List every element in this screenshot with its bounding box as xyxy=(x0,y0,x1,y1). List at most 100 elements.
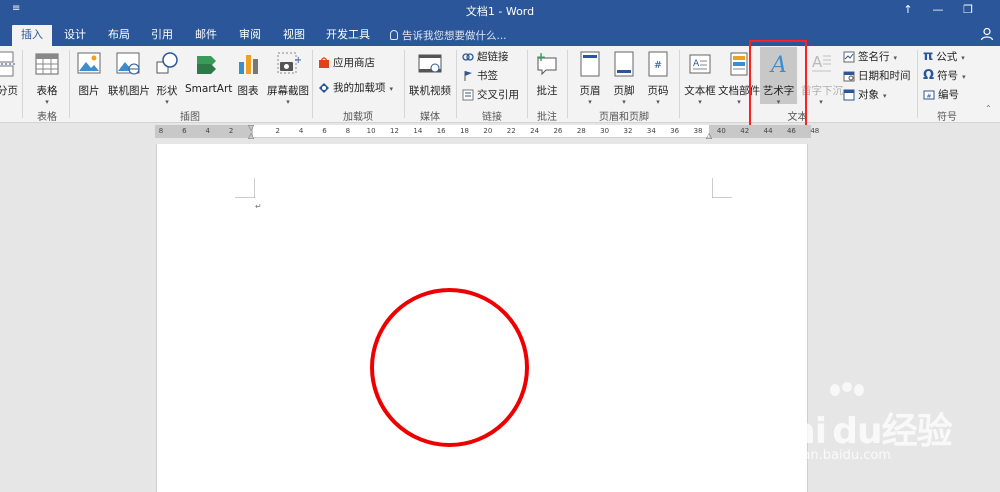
svg-text:+: + xyxy=(294,55,301,66)
group-separator xyxy=(312,50,313,118)
ruler-tick-label: 10 xyxy=(366,127,376,135)
numbering-icon: # xyxy=(923,90,935,100)
table-button[interactable]: 表格 ▾ xyxy=(30,50,64,106)
pictures-button[interactable]: 图片 xyxy=(74,50,104,98)
tab-mailings[interactable]: 邮件 xyxy=(189,25,223,46)
ribbon-tabs: 插入 设计 布局 引用 邮件 审阅 视图 开发工具 告诉我您想要做什么... xyxy=(0,21,1000,46)
group-label-symbols: 符号 xyxy=(937,112,957,123)
footer-icon xyxy=(614,51,634,77)
equation-button[interactable]: π 公式 ▾ xyxy=(923,48,965,66)
horizontal-ruler[interactable]: 8 6 4 2 2 4 6 8 10 12 14 16 18 20 22 24 26 28 30 32 34 36 38 40… xyxy=(155,123,819,140)
store-button[interactable]: 应用商店 xyxy=(318,54,375,72)
group-separator xyxy=(567,50,568,118)
object-button[interactable]: 对象 ▾ xyxy=(843,86,887,104)
ribbon-display-options-button[interactable]: ↑ xyxy=(896,2,920,18)
calendar-icon xyxy=(843,71,855,82)
online-pictures-button[interactable]: 联机图片 xyxy=(108,50,150,98)
my-addins-button[interactable]: 我的加载项 ▾ xyxy=(318,79,393,97)
page-break-button[interactable]: 分页 xyxy=(0,50,18,98)
hyperlink-button[interactable]: 超链接 xyxy=(462,48,509,66)
hanging-indent-marker[interactable]: △ xyxy=(248,131,254,140)
tab-review[interactable]: 审阅 xyxy=(233,25,267,46)
footer-button[interactable]: 页脚 ▾ xyxy=(609,50,639,106)
ruler-tick-label: 4 xyxy=(205,127,210,135)
camera-plus-icon: + xyxy=(277,52,302,74)
ruler-tick-label: 42 xyxy=(740,127,750,135)
drop-cap-button[interactable]: A 首字下沉 ▾ xyxy=(801,50,843,106)
ruler-tick-label: 6 xyxy=(322,127,327,135)
paragraph-mark: ↵ xyxy=(255,202,262,211)
group-separator xyxy=(527,50,528,118)
text-box-icon: A xyxy=(689,54,711,74)
object-icon xyxy=(843,89,855,101)
ruler-tick-label: 46 xyxy=(786,127,796,135)
cross-reference-button[interactable]: 交叉引用 xyxy=(462,86,519,104)
picture-icon xyxy=(77,52,101,74)
bookmark-icon xyxy=(464,71,472,81)
bookmark-button[interactable]: 书签 xyxy=(462,67,498,85)
minimize-button[interactable]: — xyxy=(926,2,950,18)
tab-developer[interactable]: 开发工具 xyxy=(320,25,376,46)
lightbulb-icon xyxy=(390,30,398,40)
top-right-crop-mark xyxy=(712,178,732,198)
title-bar: ≡ 文档1 - Word ↑ — ❐ xyxy=(0,0,1000,21)
omega-icon: Ω xyxy=(923,68,935,83)
shapes-button[interactable]: 形状 ▾ xyxy=(153,50,181,106)
group-label-header-footer: 页眉和页脚 xyxy=(599,112,649,123)
tab-view[interactable]: 视图 xyxy=(277,25,311,46)
tab-layout[interactable]: 布局 xyxy=(102,25,136,46)
online-picture-icon xyxy=(116,52,140,75)
table-icon xyxy=(35,53,59,75)
svg-text:A: A xyxy=(812,53,823,71)
page-number-button[interactable]: # 页码 ▾ xyxy=(643,50,673,106)
ruler-tick-label: 2 xyxy=(275,127,280,135)
symbol-button[interactable]: Ω 符号 ▾ xyxy=(923,67,966,85)
ruler-tick-label: 22 xyxy=(506,127,516,135)
tab-references[interactable]: 引用 xyxy=(145,25,179,46)
collapse-ribbon-icon[interactable]: ⌃ xyxy=(985,100,992,118)
date-time-button[interactable]: 日期和时间 xyxy=(843,67,911,85)
tab-insert[interactable]: 插入 xyxy=(12,25,52,46)
page-break-icon xyxy=(0,51,17,77)
comment-icon: + xyxy=(536,50,557,76)
ruler-tick-label: 38 xyxy=(693,127,703,135)
ruler-tick-label: 16 xyxy=(436,127,446,135)
drop-cap-icon: A xyxy=(812,53,831,72)
window-title: 文档1 - Word xyxy=(465,5,535,18)
screenshot-button[interactable]: + 屏幕截图 ▾ xyxy=(266,50,310,106)
group-label-table: 表格 xyxy=(37,112,57,123)
account-icon[interactable] xyxy=(980,27,994,41)
video-icon xyxy=(418,54,442,73)
right-indent-marker[interactable]: △ xyxy=(706,131,712,140)
tell-me-box[interactable]: 告诉我您想要做什么... xyxy=(390,28,507,43)
ruler-tick-label: 14 xyxy=(413,127,423,135)
ruler-tick-label: 28 xyxy=(576,127,586,135)
svg-text:#: # xyxy=(654,60,662,71)
group-label-media: 媒体 xyxy=(420,112,440,123)
ruler-tick-label: 30 xyxy=(600,127,610,135)
signature-line-button[interactable]: 签名行 ▾ xyxy=(843,48,897,66)
smartart-button[interactable]: SmartArt xyxy=(185,50,232,95)
svg-text:#: # xyxy=(926,93,931,100)
group-separator xyxy=(404,50,405,118)
online-video-button[interactable]: 联机视频 xyxy=(408,50,452,98)
chart-button[interactable]: 图表 xyxy=(234,50,262,98)
group-separator xyxy=(22,50,23,118)
ruler-tick-label: 26 xyxy=(553,127,563,135)
ruler-tick-label: 6 xyxy=(182,127,187,135)
wordart-highlight-box xyxy=(749,40,807,128)
comment-button[interactable]: + 批注 xyxy=(533,50,561,98)
header-button[interactable]: 页眉 ▾ xyxy=(575,50,605,106)
signature-icon xyxy=(843,51,855,63)
top-left-crop-mark xyxy=(235,178,255,198)
addins-icon xyxy=(319,83,329,93)
tab-design[interactable]: 设计 xyxy=(58,25,92,46)
watermark-url: jingyan.baidu.com xyxy=(771,448,891,463)
numbering-button[interactable]: # 编号 xyxy=(923,86,959,104)
group-label-comments: 批注 xyxy=(537,112,557,123)
text-box-button[interactable]: A 文本框 ▾ xyxy=(683,50,717,106)
restore-button[interactable]: ❐ xyxy=(956,2,980,18)
ruler-tick-label: 48 xyxy=(810,127,820,135)
ribbon: 分页 表格 ▾ 表格 图片 联机图片 形状 ▾ SmartArt 图表 + 屏幕… xyxy=(0,46,1000,123)
cross-reference-icon xyxy=(462,89,474,101)
